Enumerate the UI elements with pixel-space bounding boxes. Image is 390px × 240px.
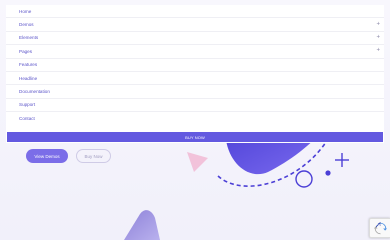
menu-item-label: Elements [19,35,39,41]
menu-item-pages[interactable]: Pages + [6,45,384,59]
menu-item-features[interactable]: Features [6,59,384,72]
view-demos-button[interactable]: View Demos [26,149,68,163]
lavender-triangle [124,210,160,240]
menu-item-support[interactable]: Support [6,99,384,113]
menu-item-label: Contact [19,116,35,122]
recaptcha-badge[interactable] [369,218,390,238]
menu-item-demos[interactable]: Demos + [6,18,384,32]
menu-item-documentation[interactable]: Documentation [6,85,384,99]
menu-item-label: Demos [19,22,34,28]
pink-triangle [187,152,208,172]
menu-item-label: Pages [19,48,33,54]
plus-icon[interactable]: + [376,48,380,54]
menu-item-contact[interactable]: Contact [6,112,384,125]
menu-item-label: Headline [19,75,38,81]
plus-shape [335,153,349,167]
dot-shape [325,170,331,176]
mobile-menu: Home Demos + Elements + Pages + Features… [6,5,384,143]
plus-icon[interactable]: + [376,35,380,41]
buy-now-button[interactable]: BUY NOW [7,132,383,142]
buy-now-hero-button[interactable]: Buy Now [76,149,111,163]
menu-item-elements[interactable]: Elements + [6,32,384,46]
plus-icon[interactable]: + [376,21,380,27]
menu-item-home[interactable]: Home [6,5,384,19]
menu-item-label: Features [19,62,38,68]
circle-outline [295,170,313,188]
recaptcha-icon [373,221,387,234]
menu-item-label: Home [19,8,32,14]
menu-item-label: Documentation [19,89,50,95]
menu-item-headline[interactable]: Headline [6,72,384,86]
menu-item-label: Support [19,102,36,108]
